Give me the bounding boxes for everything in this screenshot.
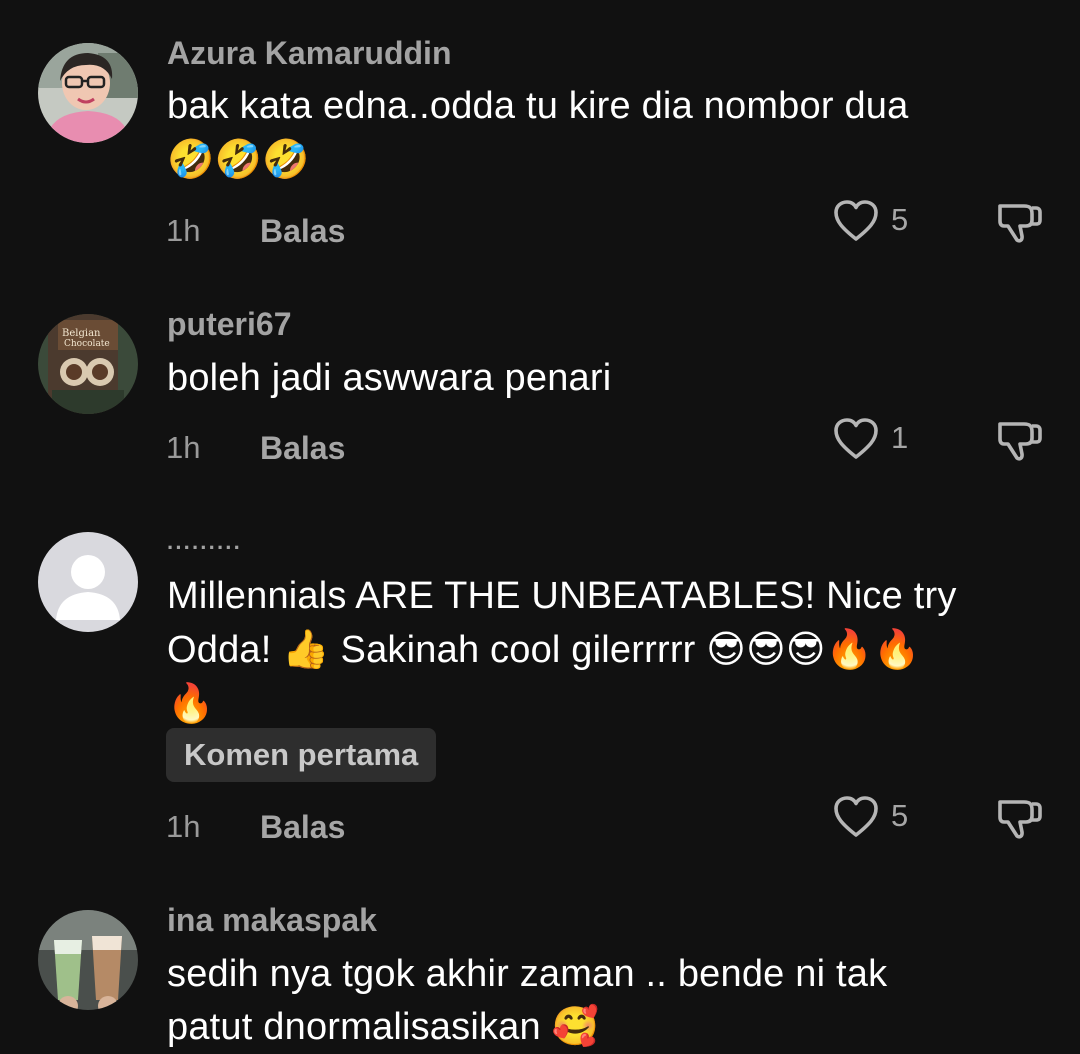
comment-text: sedih nya tgok akhir zaman .. bende ni t… (167, 948, 1047, 1054)
comment-username[interactable]: ina makaspak (167, 900, 377, 940)
comment-item: ina makaspak sedih nya tgok akhir zaman … (0, 0, 1080, 1048)
profile-photo-drinks-icon (38, 910, 138, 1010)
avatar[interactable] (38, 910, 138, 1010)
comment-text-line: patut dnormalisasikan 🥰 (167, 1006, 600, 1048)
comment-text-line: sedih nya tgok akhir zaman .. bende ni t… (167, 953, 888, 995)
